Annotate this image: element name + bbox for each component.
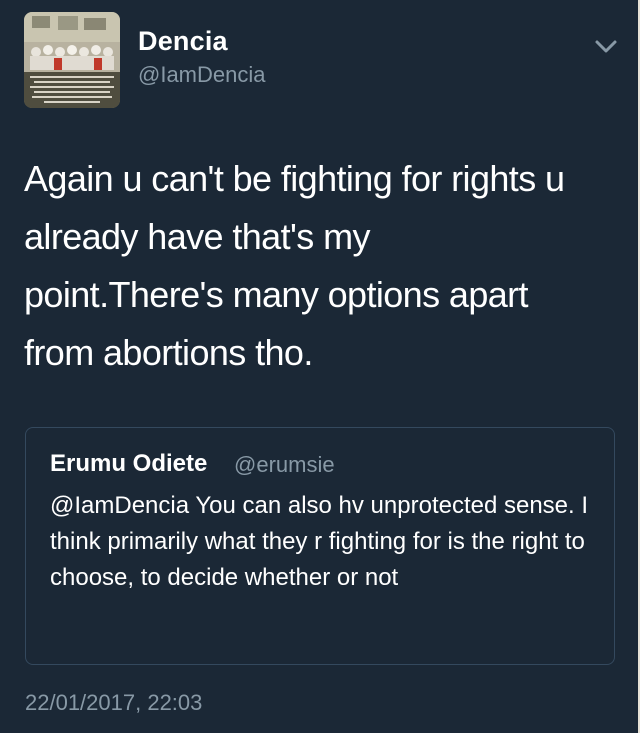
tweet-text-line: from abortions tho. [24,332,313,373]
tweet-text-line: Again u can't be fighting for rights u [24,158,565,199]
quoted-tweet[interactable]: Erumu Odiete @erumsie @IamDencia You can… [25,427,615,665]
author-name[interactable]: Dencia [138,26,228,57]
quoted-tweet-text: @IamDencia You can also hv unprotected s… [50,492,589,591]
tweet-card: Dencia @IamDencia Again u can't be fight… [0,0,640,733]
chevron-down-icon[interactable] [592,36,620,56]
tweet-text: Again u can't be fighting for rights u a… [24,150,614,382]
tweet-text-line: point.There's many options apart [24,274,529,315]
avatar[interactable] [24,12,120,108]
quoted-author-name: Erumu Odiete [50,450,208,477]
author-handle[interactable]: @IamDencia [138,62,266,88]
quoted-author-handle: @erumsie [234,452,335,477]
tweet-text-line: already have that's my [24,216,370,257]
profile-photo-icon [24,12,120,108]
tweet-timestamp: 22/01/2017, 22:03 [25,690,203,715]
